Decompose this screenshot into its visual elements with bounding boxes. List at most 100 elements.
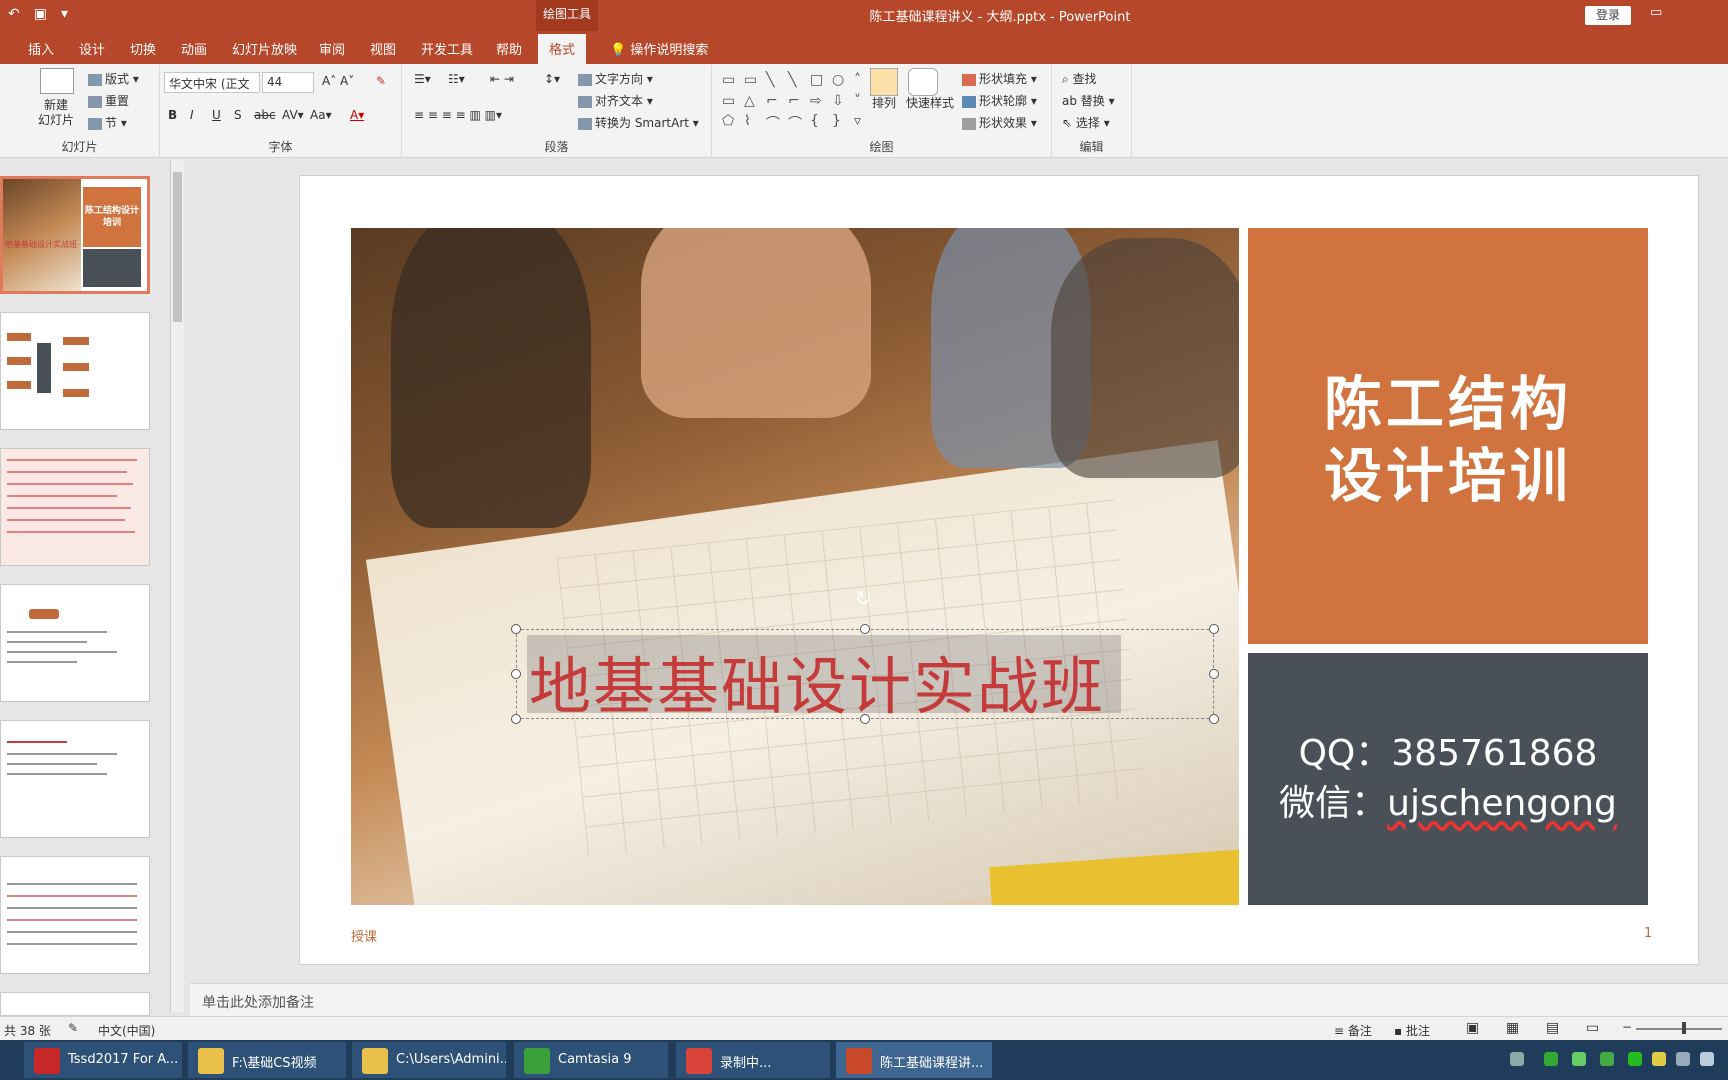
language-indicator[interactable]: 中文(中国): [98, 1022, 155, 1039]
notes-toggle[interactable]: ≡ 备注: [1334, 1022, 1372, 1039]
italic-icon[interactable]: I: [190, 108, 194, 122]
present-icon[interactable]: ▣: [34, 6, 47, 22]
taskbar-item-powerpoint[interactable]: 陈工基础课程讲...: [836, 1042, 992, 1078]
taskbar-item-folder1[interactable]: F:\基础CS视频: [188, 1042, 346, 1078]
sorter-view-icon[interactable]: ▦: [1506, 1020, 1519, 1036]
slide-thumb-3[interactable]: [0, 448, 150, 566]
clear-format-icon[interactable]: ✎: [376, 74, 386, 88]
tray-icon[interactable]: [1652, 1052, 1666, 1066]
tab-view[interactable]: 视图: [370, 39, 396, 58]
slideshow-view-icon[interactable]: ▭: [1586, 1020, 1599, 1036]
slide-thumb-4[interactable]: [0, 584, 150, 702]
comments-toggle[interactable]: ▪ 批注: [1394, 1022, 1430, 1039]
resize-handle[interactable]: [860, 624, 870, 634]
underline-icon[interactable]: U: [212, 108, 221, 122]
title-block[interactable]: 陈工结构 设计培训: [1248, 228, 1648, 644]
change-case-icon[interactable]: Aa▾: [310, 108, 332, 122]
tab-transitions[interactable]: 切换: [130, 39, 156, 58]
quick-styles-button[interactable]: 快速样式: [906, 94, 954, 111]
spellcheck-icon[interactable]: ✎: [68, 1021, 78, 1035]
select-button[interactable]: ⇖ 选择 ▾: [1062, 114, 1110, 131]
resize-handle[interactable]: [511, 669, 521, 679]
tell-me-search[interactable]: 💡 操作说明搜索: [610, 39, 708, 58]
find-button[interactable]: ⌕ 查找: [1062, 70, 1097, 87]
numbering-icon[interactable]: ☷▾: [448, 72, 465, 86]
slide-photo[interactable]: [351, 228, 1239, 905]
new-slide-button[interactable]: 新建 幻灯片: [38, 98, 74, 128]
shape-outline-button[interactable]: 形状轮廓 ▾: [962, 92, 1037, 109]
zoom-slider-thumb[interactable]: [1682, 1022, 1686, 1034]
resize-handle[interactable]: [1209, 714, 1219, 724]
arrange-button[interactable]: 排列: [872, 94, 896, 111]
slide-thumb-5[interactable]: [0, 720, 150, 838]
align-icons[interactable]: ≡ ≡ ≡ ≡ ▥ ▥▾: [414, 108, 502, 122]
tab-help[interactable]: 帮助: [496, 39, 522, 58]
slide-thumb-2[interactable]: [0, 312, 150, 430]
volume-icon[interactable]: [1700, 1052, 1714, 1066]
taskbar-item-folder2[interactable]: C:\Users\Admini...: [352, 1042, 506, 1078]
line-spacing-icon[interactable]: ↕▾: [544, 72, 560, 86]
font-name-combo[interactable]: 华文中宋 (正文: [164, 72, 260, 93]
tab-animations[interactable]: 动画: [181, 39, 207, 58]
ribbon-display-icon[interactable]: ▭: [1650, 5, 1662, 20]
wechat-tray-icon[interactable]: [1628, 1052, 1642, 1066]
resize-handle[interactable]: [511, 714, 521, 724]
slide-thumb-7[interactable]: [0, 992, 150, 1016]
new-slide-icon[interactable]: [40, 68, 74, 94]
reading-view-icon[interactable]: ▤: [1546, 1020, 1559, 1036]
shapes-gallery[interactable]: ▭ ▭ ╲ ╲ □ ○ ˄ ▭ △ ⌐ ⌐ ⇨ ⇩ ˅ ⬠ ⌇ ⌒ ⌒{} ▿: [722, 72, 862, 134]
rotate-handle-icon[interactable]: ↻: [855, 586, 872, 610]
notes-pane[interactable]: 单击此处添加备注: [190, 983, 1728, 1016]
taskbar-item-recorder[interactable]: 录制中...: [676, 1042, 830, 1078]
tab-review[interactable]: 审阅: [319, 39, 345, 58]
section-button[interactable]: 节 ▾: [88, 114, 127, 131]
smartart-button[interactable]: 转换为 SmartArt ▾: [578, 114, 699, 131]
tray-icon[interactable]: [1600, 1052, 1614, 1066]
tray-icon[interactable]: [1510, 1052, 1524, 1066]
bullets-icon[interactable]: ☰▾: [414, 72, 431, 86]
contact-block[interactable]: QQ：385761868 微信：ujschengong: [1248, 653, 1648, 905]
replace-button[interactable]: ab 替换 ▾: [1062, 92, 1115, 109]
slide-thumb-1[interactable]: 陈工结构设计培训 地基基础设计实战班: [0, 176, 150, 294]
font-color-icon[interactable]: A▾: [350, 108, 364, 122]
font-size-combo[interactable]: 44: [262, 72, 314, 93]
undo-icon[interactable]: ↶: [8, 6, 20, 22]
layout-button[interactable]: 版式 ▾: [88, 70, 139, 87]
zoom-slider[interactable]: [1636, 1028, 1722, 1030]
resize-handle[interactable]: [1209, 669, 1219, 679]
headline-text[interactable]: 地基基础设计实战班: [529, 636, 1105, 726]
taskbar-item-camtasia[interactable]: Camtasia 9: [514, 1042, 668, 1078]
text-direction-button[interactable]: 文字方向 ▾: [578, 70, 653, 87]
tab-slideshow[interactable]: 幻灯片放映: [232, 39, 297, 58]
resize-handle[interactable]: [1209, 624, 1219, 634]
scrollbar-thumb[interactable]: [173, 172, 182, 322]
bold-icon[interactable]: B: [168, 108, 177, 122]
shape-fill-button[interactable]: 形状填充 ▾: [962, 70, 1037, 87]
align-text-button[interactable]: 对齐文本 ▾: [578, 92, 653, 109]
tab-format[interactable]: 格式: [538, 34, 587, 64]
shape-effects-button[interactable]: 形状效果 ▾: [962, 114, 1037, 131]
thumbnail-scrollbar[interactable]: [170, 160, 184, 1012]
taskbar-item-tssd[interactable]: Tssd2017 For A...: [24, 1042, 182, 1078]
tray-icon[interactable]: [1572, 1052, 1586, 1066]
login-button[interactable]: 登录: [1585, 6, 1631, 25]
slide-thumb-6[interactable]: [0, 856, 150, 974]
tab-design[interactable]: 设计: [79, 39, 105, 58]
arrange-icon[interactable]: [870, 68, 898, 96]
grow-font-icon[interactable]: A˄ A˅: [322, 74, 354, 88]
headline-textbox[interactable]: 地基基础设计实战班 ↻: [511, 586, 1219, 724]
char-spacing-icon[interactable]: AV▾: [282, 108, 304, 122]
quick-styles-icon[interactable]: [908, 68, 938, 96]
reset-button[interactable]: 重置: [88, 92, 129, 109]
resize-handle[interactable]: [860, 714, 870, 724]
indent-icons[interactable]: ⇤ ⇥: [490, 72, 514, 86]
tab-developer[interactable]: 开发工具: [421, 39, 473, 58]
tab-insert[interactable]: 插入: [28, 39, 54, 58]
network-icon[interactable]: [1676, 1052, 1690, 1066]
strikethrough-icon[interactable]: abc: [254, 108, 276, 122]
tray-icon[interactable]: [1544, 1052, 1558, 1066]
customize-qat-icon[interactable]: ▾: [61, 6, 68, 22]
resize-handle[interactable]: [511, 624, 521, 634]
zoom-out-icon[interactable]: −: [1622, 1020, 1632, 1034]
shadow-icon[interactable]: S: [234, 108, 242, 122]
